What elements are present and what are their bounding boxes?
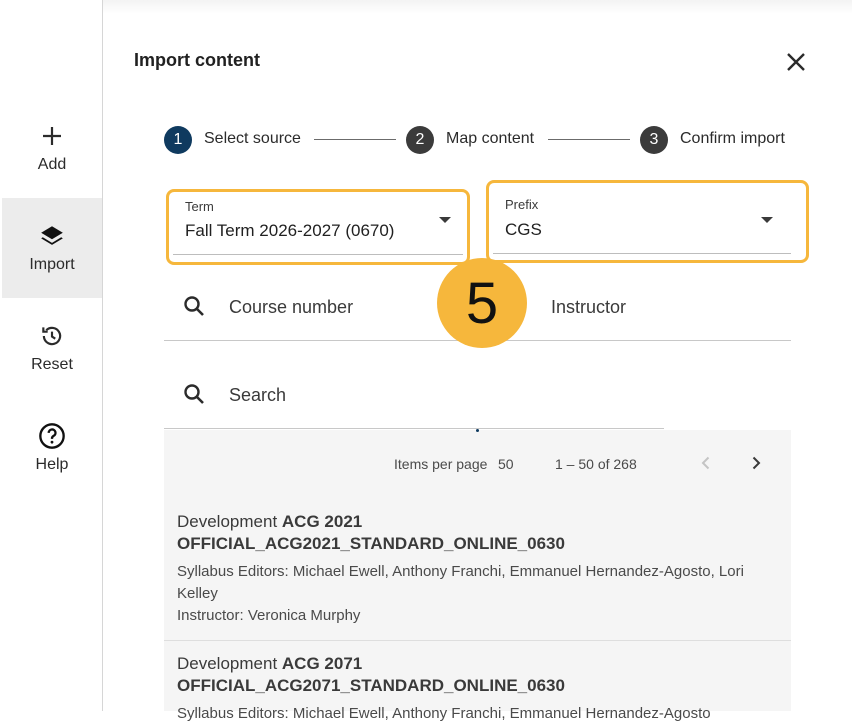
- search-input[interactable]: Search: [229, 385, 286, 406]
- step-2-label: Map content: [446, 130, 535, 147]
- item-title: Development ACG 2071: [177, 654, 362, 674]
- chevron-down-icon: [761, 217, 773, 223]
- step-connector: [314, 139, 396, 140]
- item-course: ACG 2071: [281, 654, 363, 673]
- help-circle-icon: [2, 422, 102, 450]
- items-per-page-label: Items per page: [394, 456, 488, 472]
- sidebar-item-help[interactable]: Help: [2, 398, 102, 498]
- step-1-number: 1: [164, 126, 192, 154]
- sidebar: Add Import Reset Help: [0, 0, 103, 711]
- step-2-number: 2: [406, 126, 434, 154]
- step-3-number: 3: [640, 126, 668, 154]
- callout-badge: 5: [437, 258, 527, 348]
- search-icon: [182, 382, 206, 411]
- item-code: OFFICIAL_ACG2071_STANDARD_ONLINE_0630: [177, 676, 565, 695]
- pagination-range: 1 – 50 of 268: [555, 456, 637, 472]
- chevron-down-icon: [439, 217, 451, 223]
- top-shadow: [0, 0, 852, 14]
- item-title: Development ACG 2021: [177, 512, 362, 532]
- sidebar-item-label: Reset: [31, 356, 73, 373]
- sidebar-item-label: Add: [37, 156, 67, 173]
- sidebar-item-label: Help: [35, 456, 69, 473]
- term-select[interactable]: Term Fall Term 2026-2027 (0670): [166, 189, 470, 265]
- item-editors: Syllabus Editors: Michael Ewell, Anthony…: [177, 705, 711, 722]
- prefix-value: CGS: [505, 220, 542, 239]
- chevron-left-icon[interactable]: [697, 454, 715, 477]
- field-underline: [173, 254, 463, 255]
- course-number-input[interactable]: Course number: [229, 297, 353, 318]
- stepper: 1 Select source 2 Map content 3 Confirm …: [164, 124, 792, 154]
- item-instructor: Instructor: Veronica Murphy: [177, 607, 361, 624]
- item-course: ACG 2021: [281, 512, 363, 531]
- term-label: Term: [185, 199, 214, 214]
- divider: [164, 640, 791, 641]
- loading-indicator: [476, 429, 479, 432]
- item-editors: Syllabus Editors: Michael Ewell, Anthony…: [177, 563, 744, 602]
- plus-icon: [2, 122, 102, 150]
- sidebar-item-import[interactable]: Import: [2, 198, 102, 298]
- step-3-label: Confirm import: [680, 130, 785, 147]
- sidebar-item-reset[interactable]: Reset: [2, 298, 102, 398]
- divider: [164, 428, 664, 429]
- close-icon[interactable]: [782, 48, 810, 76]
- step-connector: [548, 139, 630, 140]
- chevron-right-icon[interactable]: [747, 454, 765, 477]
- history-icon: [2, 322, 102, 350]
- field-underline: [493, 253, 791, 254]
- sidebar-item-add[interactable]: Add: [2, 98, 102, 198]
- layers-icon: [2, 222, 102, 250]
- panel-title: Import content: [134, 50, 260, 70]
- item-prefix: Development: [177, 512, 278, 531]
- prefix-select[interactable]: Prefix CGS: [486, 180, 809, 263]
- term-value: Fall Term 2026-2027 (0670): [185, 221, 395, 240]
- step-1-label: Select source: [204, 130, 301, 147]
- item-prefix: Development: [177, 654, 278, 673]
- search-icon: [182, 294, 206, 323]
- item-code: OFFICIAL_ACG2021_STANDARD_ONLINE_0630: [177, 534, 565, 553]
- items-per-page-select[interactable]: 50: [498, 456, 514, 472]
- instructor-input[interactable]: Instructor: [551, 297, 626, 318]
- prefix-label: Prefix: [505, 197, 539, 212]
- sidebar-item-label: Import: [29, 256, 75, 273]
